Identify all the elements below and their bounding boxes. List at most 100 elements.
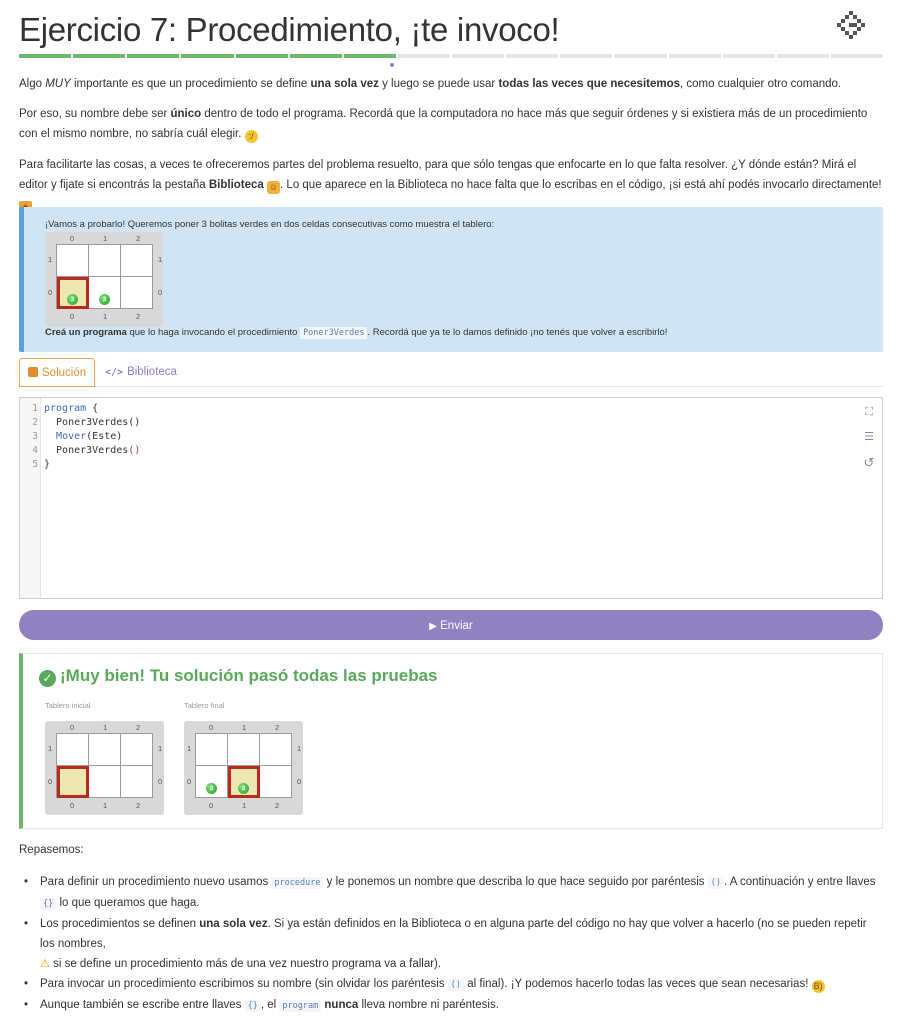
result-panel: ✓ ¡Muy bien! Tu solución pasó todas las p…: [19, 653, 883, 829]
text: lleva nombre ni paréntesis.: [358, 999, 499, 1011]
code-line[interactable]: Mover(Este): [44, 430, 122, 444]
face-with-hands-icon: ☺: [267, 181, 281, 194]
column-label: 0: [209, 723, 214, 732]
text: lo que queramos que haga.: [56, 897, 200, 909]
text: y le ponemos un nombre que describa lo q…: [323, 876, 708, 888]
editor-tabs: Solución </> Biblioteca: [19, 358, 883, 387]
task-board: 3 3 0 0 1 1 2 2 1 1 0 0: [45, 232, 163, 327]
bold-text: único: [170, 108, 202, 120]
column-label: 2: [136, 801, 141, 810]
list-item: Los procedimientos se definen una sola v…: [24, 914, 883, 974]
code-line[interactable]: Poner3Verdes(): [44, 444, 140, 458]
text: , como cualquier otro comando.: [680, 78, 842, 90]
row-label: 0: [48, 288, 53, 297]
column-label: 0: [209, 801, 214, 810]
column-label: 0: [70, 312, 75, 321]
progress-step[interactable]: [722, 54, 775, 58]
progress-step[interactable]: [343, 54, 396, 58]
board-cell: [56, 765, 89, 798]
sunglasses-face-icon: B): [811, 980, 825, 993]
line-number: 5: [32, 459, 38, 470]
intro-paragraph-2: Por eso, su nombre debe ser único dentro…: [19, 104, 883, 144]
current-step-dot: [390, 63, 394, 67]
green-ball: 3: [67, 294, 78, 305]
column-label: 1: [242, 723, 247, 732]
progress-step[interactable]: [19, 54, 72, 58]
text: Algo: [19, 78, 46, 90]
inline-code: program: [279, 1000, 322, 1012]
tab-label: Solución: [42, 367, 87, 379]
text: Para invocar un procedimiento escribimos…: [40, 978, 448, 990]
text: importante es que un procedimiento se de…: [70, 78, 311, 90]
board-cell: [88, 765, 121, 798]
code-line[interactable]: program {: [44, 402, 98, 416]
row-label: 0: [297, 777, 302, 786]
reset-icon[interactable]: ↺: [863, 456, 875, 469]
list-item: Para invocar un procedimiento escribimos…: [24, 974, 883, 995]
progress-step[interactable]: [614, 54, 667, 58]
inline-code: {}: [244, 1000, 261, 1012]
inline-code: (): [447, 979, 465, 991]
code-token: }: [44, 459, 51, 470]
submit-button[interactable]: ▶ Enviar: [19, 610, 883, 640]
list-item: Aunque también se escribe entre llaves {…: [24, 995, 883, 1016]
text: . A continuación y entre llaves: [723, 876, 876, 888]
row-label: 0: [187, 777, 192, 786]
board-cell: [227, 733, 260, 766]
board-cell: 3: [88, 276, 121, 309]
inline-code: (): [707, 877, 724, 889]
column-label: 2: [136, 723, 141, 732]
code-editor[interactable]: ⛶ ☰ ↺ 1 program {2 Poner3Verdes() 3 Mover(…: [19, 397, 883, 599]
indent-icon[interactable]: ☰: [863, 431, 875, 443]
progress-step[interactable]: [560, 54, 613, 58]
board-cell: [88, 733, 121, 766]
column-label: 2: [275, 801, 280, 810]
code-line[interactable]: Poner3Verdes(): [44, 416, 140, 430]
column-label: 2: [136, 234, 141, 243]
board-cell: [120, 765, 153, 798]
play-icon: ▶: [429, 621, 437, 632]
progress-step[interactable]: [181, 54, 234, 58]
recap-list: Para definir un procedimiento nuevo usam…: [19, 872, 883, 1016]
board-cell: [259, 733, 292, 766]
progress-step[interactable]: [830, 54, 883, 58]
progress-step[interactable]: [452, 54, 505, 58]
progress-step[interactable]: [127, 54, 180, 58]
code-token: (): [128, 445, 141, 456]
board-cell: [259, 765, 292, 798]
inline-code: {}: [40, 898, 57, 910]
bold-text: Creá un programa: [45, 327, 127, 338]
progress-step[interactable]: [235, 54, 288, 58]
progress-step[interactable]: [506, 54, 559, 58]
progress-step[interactable]: [397, 54, 450, 58]
text: Los procedimientos se definen: [40, 918, 200, 930]
progress-step[interactable]: [776, 54, 829, 58]
board-cell: 3: [56, 276, 89, 309]
row-label: 1: [158, 255, 163, 264]
intro-paragraph-1: Algo MUY importante es que un procedimie…: [19, 74, 841, 94]
initial-board-caption: Tablero inicial: [45, 701, 91, 710]
intro-paragraph-3: Para facilitarte las cosas, a veces te o…: [19, 155, 883, 215]
green-ball: 3: [99, 294, 110, 305]
row-label: 0: [158, 288, 163, 297]
code-token: Poner3Verdes: [44, 445, 129, 456]
green-ball: 3: [238, 783, 249, 794]
task-lead: ¡Vamos a probarlo! Queremos poner 3 boli…: [45, 219, 495, 230]
code-line[interactable]: }: [44, 458, 50, 472]
code-icon: </>: [105, 367, 124, 378]
progress-step[interactable]: [73, 54, 126, 58]
task-instructions: Creá un programa que lo haga invocando e…: [45, 327, 667, 339]
tab-solution[interactable]: Solución: [19, 358, 96, 387]
progress-step[interactable]: [668, 54, 721, 58]
task-box: ¡Vamos a probarlo! Queremos poner 3 boli…: [19, 207, 883, 352]
emphasis: MUY: [45, 78, 71, 90]
column-label: 1: [103, 234, 108, 243]
fullscreen-icon[interactable]: ⛶: [863, 406, 875, 418]
confused-face-icon: :/: [244, 130, 258, 143]
column-label: 0: [70, 723, 75, 732]
text: , el: [260, 999, 280, 1011]
tab-library[interactable]: </> Biblioteca: [97, 358, 185, 386]
progress-step[interactable]: [289, 54, 342, 58]
code-token: Mover: [56, 431, 87, 442]
